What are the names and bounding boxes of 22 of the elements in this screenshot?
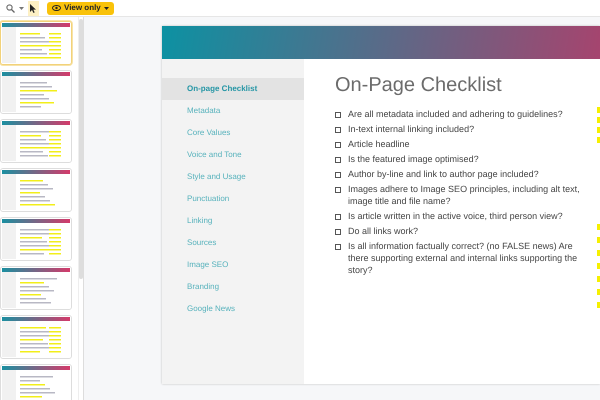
checklist-item-text: In-text internal linking included? (348, 123, 476, 135)
checklist-item-text: Author by-line and link to author page included? (348, 168, 540, 180)
slide-nav-item[interactable]: Sources (162, 232, 304, 254)
slide-nav-item[interactable]: Style and Usage (162, 166, 304, 188)
slide-nav-item[interactable]: On-page Checklist (162, 78, 304, 100)
checklist-item-text: Images adhere to Image SEO principles, including alt text, image title and file name? (348, 183, 581, 207)
checklist-item-text: Is article written in the active voice, third person view? (348, 210, 564, 222)
checklist-item-text: Is all information factually correct? (no FALSE news) Are there supporting external and internal links supporting the story? (348, 240, 578, 276)
slide-title: On-Page Checklist (335, 73, 503, 97)
slide-nav-item[interactable]: Google News (162, 298, 304, 320)
slide-nav-item[interactable]: Metadata (162, 100, 304, 122)
view-mode-button[interactable]: View only (47, 2, 114, 14)
slide-nav-item[interactable]: Branding (162, 276, 304, 298)
checklist-item-text: Are all metadata included and adhering to guidelines? (348, 108, 564, 120)
slide-nav-item[interactable]: Image SEO (162, 254, 304, 276)
checklist-item-text: Article headline (348, 138, 411, 150)
checklist-item-text: Do all links work? (348, 225, 420, 237)
slide-nav-item[interactable]: Linking (162, 210, 304, 232)
slide-nav-item[interactable]: Voice and Tone (162, 144, 304, 166)
slide-nav-item[interactable]: Core Values (162, 122, 304, 144)
checklist-item-text: Is the featured image optimised? (348, 153, 480, 165)
slide-nav-item[interactable]: Punctuation (162, 188, 304, 210)
